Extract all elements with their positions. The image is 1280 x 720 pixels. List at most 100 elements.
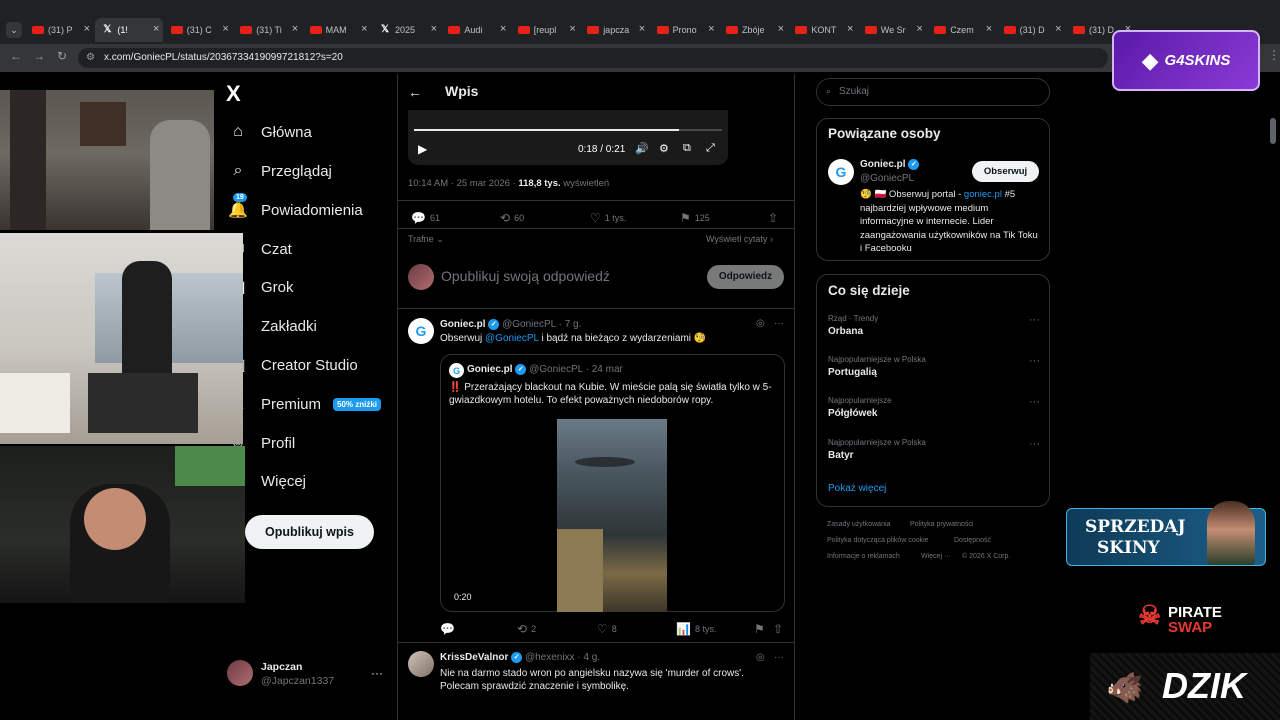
show-more-link[interactable]: Pokaż więcej <box>828 483 886 494</box>
repost-action[interactable]: ⟲ 60 <box>500 211 524 225</box>
browser-tab[interactable]: (31) P × <box>26 18 94 42</box>
more-icon[interactable]: ··· <box>774 318 784 329</box>
krissdevalnor-avatar[interactable] <box>408 651 434 677</box>
reply1-reply-action[interactable]: 💬 <box>440 622 459 636</box>
close-tab-icon[interactable]: × <box>916 23 922 35</box>
reply1-views-action[interactable]: 📊 8 tys. <box>676 622 716 636</box>
grok-icon[interactable]: ◎ <box>756 318 765 329</box>
trend-item[interactable]: Najpopularniejsze Półgłówek ··· <box>828 396 1040 419</box>
browser-tab[interactable]: Prono × <box>651 18 719 42</box>
post-button[interactable]: Opublikuj wpis <box>245 515 374 549</box>
browser-tab[interactable]: Zbóje × <box>720 18 788 42</box>
trend-item[interactable]: Najpopularniejsze w Polska Batyr ··· <box>828 438 1040 461</box>
trend-item[interactable]: Rząd · Trendy Orbana ··· <box>828 314 1040 337</box>
browser-tab[interactable]: KONT × <box>789 18 857 42</box>
trend-more-icon[interactable]: ··· <box>1029 355 1040 367</box>
close-tab-icon[interactable]: × <box>292 23 298 35</box>
reply1-share-action[interactable]: ⇧ <box>773 622 787 636</box>
close-tab-icon[interactable]: × <box>222 23 228 35</box>
sort-dropdown[interactable]: Trafne ⌄ <box>408 234 444 245</box>
share-action[interactable]: ⇧ <box>768 211 782 225</box>
site-info-icon[interactable]: ⚙ <box>86 48 95 68</box>
mention-link[interactable]: @GoniecPL <box>485 333 539 344</box>
reply-button[interactable]: Odpowiedz <box>707 265 784 289</box>
browser-tab[interactable]: We Sr × <box>859 18 927 42</box>
footer-ads[interactable]: Informacje o reklamach <box>827 553 900 560</box>
bookmark-action[interactable]: ⚑ 125 <box>680 211 710 225</box>
reply1-author[interactable]: Goniec.pl <box>440 319 486 330</box>
reply1-time[interactable]: · 7 g. <box>559 319 582 330</box>
goniec-avatar[interactable]: G <box>408 318 434 344</box>
browser-tab[interactable]: 𝕏 (1! × <box>95 18 164 42</box>
follow-button[interactable]: Obserwuj <box>972 161 1039 182</box>
tab-search-button[interactable]: ⌄ <box>6 22 22 38</box>
url-field[interactable]: ⚙ x.com/GoniecPL/status/2036733419099721… <box>78 48 1108 68</box>
reply1-handle[interactable]: @GoniecPL <box>502 319 556 330</box>
browser-tab[interactable]: (31) D × <box>998 18 1066 42</box>
close-tab-icon[interactable]: × <box>778 23 784 35</box>
close-tab-icon[interactable]: × <box>569 23 575 35</box>
settings-icon[interactable]: ⚙ <box>659 142 669 155</box>
account-menu-icon[interactable]: ··· <box>371 666 383 680</box>
bio-link[interactable]: goniec.pl <box>964 189 1002 200</box>
quote-video-thumbnail[interactable] <box>557 419 667 612</box>
video-player[interactable]: ▶ 0:18 / 0:21 🔊 ⚙ ⧉ ⤢ <box>408 110 728 165</box>
fullscreen-icon[interactable]: ⤢ <box>706 142 715 155</box>
reply-input[interactable]: Opublikuj swoją odpowiedź <box>441 268 610 284</box>
reply1-repost-action[interactable]: ⟲ 2 <box>517 622 536 636</box>
nav-item-powiadomienia[interactable]: 🔔 19 Powiadomienia <box>227 193 363 222</box>
reply-action[interactable]: 💬 61 <box>411 211 440 225</box>
footer-privacy[interactable]: Polityka prywatności <box>910 521 973 528</box>
play-icon[interactable]: ▶ <box>418 142 427 156</box>
nav-item-przeglądaj[interactable]: ⌕ Przeglądaj <box>227 159 332 183</box>
reply2-time[interactable]: · 4 g. <box>577 652 600 663</box>
footer-accessibility[interactable]: Dostępność <box>954 537 991 544</box>
close-tab-icon[interactable]: × <box>500 23 506 35</box>
grok-icon[interactable]: ◎ <box>756 652 765 663</box>
reload-icon[interactable]: ↻ <box>57 49 67 63</box>
pip-icon[interactable]: ⧉ <box>683 142 691 155</box>
browser-tab[interactable]: Audi × <box>442 18 510 42</box>
close-tab-icon[interactable]: × <box>1055 23 1061 35</box>
forward-icon[interactable]: → <box>33 49 45 63</box>
account-avatar[interactable] <box>227 660 253 686</box>
related-name-row[interactable]: Goniec.pl ✓ <box>860 159 920 170</box>
nav-item-premium[interactable]: 𝕏Premium50% zniżki <box>227 392 382 416</box>
browser-tab[interactable]: [reupl × <box>512 18 580 42</box>
back-arrow-icon[interactable]: ← <box>408 84 422 100</box>
close-tab-icon[interactable]: × <box>431 23 437 35</box>
close-tab-icon[interactable]: × <box>708 23 714 35</box>
browser-menu-icon[interactable]: ⋮ <box>1268 48 1280 62</box>
page-scrollbar[interactable] <box>1270 118 1276 144</box>
view-quotes-link[interactable]: Wyświetl cytaty › <box>706 234 773 244</box>
trend-item[interactable]: Najpopularniejsze w Polska Portugalią ··· <box>828 355 1040 378</box>
footer-cookies[interactable]: Polityka dotycząca plików cookie <box>827 537 929 544</box>
browser-tab[interactable]: MAM × <box>304 18 372 42</box>
nav-item-główna[interactable]: ⌂ Główna <box>227 120 312 144</box>
like-action[interactable]: ♡ 1 tys. <box>590 211 626 225</box>
browser-tab[interactable]: 𝕏 2025 × <box>373 18 441 42</box>
reply1-bookmark-action[interactable]: ⚑ <box>754 622 769 636</box>
close-tab-icon[interactable]: × <box>84 23 90 35</box>
close-tab-icon[interactable]: × <box>153 23 159 35</box>
nav-item-creator-studio[interactable]: ▥Creator Studio <box>227 353 357 377</box>
related-avatar[interactable]: G <box>828 159 854 185</box>
browser-tab[interactable]: Czem × <box>928 18 996 42</box>
trend-more-icon[interactable]: ··· <box>1029 396 1040 408</box>
reply2-handle[interactable]: @hexenixx <box>525 652 575 663</box>
browser-tab[interactable]: (31) Ti × <box>234 18 302 42</box>
close-tab-icon[interactable]: × <box>986 23 992 35</box>
back-icon[interactable]: ← <box>10 49 22 63</box>
footer-more[interactable]: Więcej ··· <box>921 553 951 560</box>
close-tab-icon[interactable]: × <box>847 23 853 35</box>
reply1-like-action[interactable]: ♡ 8 <box>597 622 617 636</box>
video-progress-track[interactable] <box>414 129 722 131</box>
footer-terms[interactable]: Zasady użytkowania <box>827 521 890 528</box>
search-input[interactable]: Szukaj <box>816 78 1050 106</box>
trend-more-icon[interactable]: ··· <box>1029 314 1040 326</box>
close-tab-icon[interactable]: × <box>361 23 367 35</box>
browser-tab[interactable]: (31) C × <box>165 18 233 42</box>
more-icon[interactable]: ··· <box>774 652 784 663</box>
close-tab-icon[interactable]: × <box>639 23 645 35</box>
trend-more-icon[interactable]: ··· <box>1029 438 1040 450</box>
